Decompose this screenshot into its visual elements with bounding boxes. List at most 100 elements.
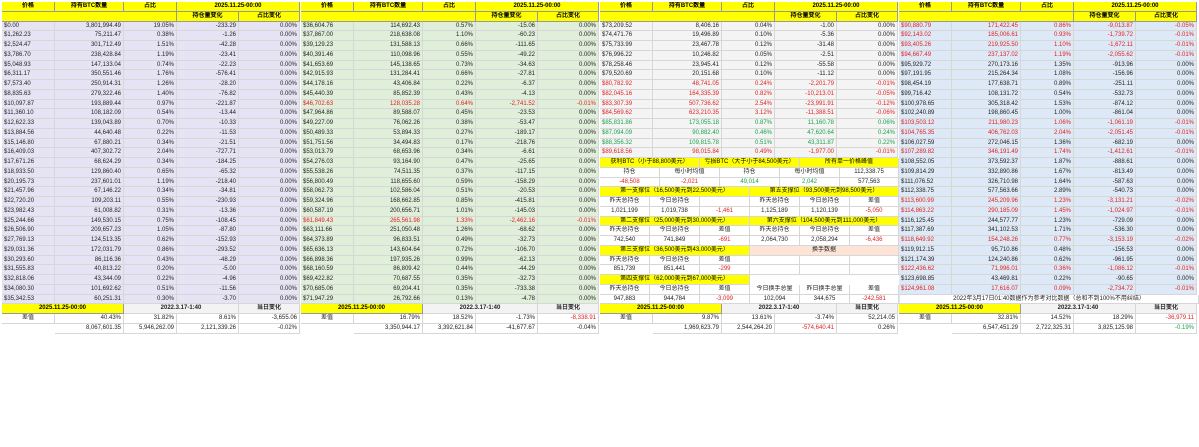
table-cell: 67,146.22	[55, 187, 124, 197]
table-cell: -251.11	[1074, 80, 1136, 90]
table-cell: 0.89%	[1021, 80, 1074, 90]
table-cell: -536.30	[1074, 226, 1136, 236]
footer-timestamp: 2025.11.25-00:00	[600, 304, 722, 314]
table-cell: 0.00%	[538, 294, 599, 305]
table-cell: 0.73%	[423, 60, 476, 71]
table-cell: $97,191.95	[899, 70, 952, 80]
table-cell: 0.00%	[837, 50, 898, 61]
table-cell: 70,687.55	[354, 275, 423, 285]
table-cell: 0.51%	[423, 187, 476, 197]
table-cell: $103,503.12	[899, 119, 952, 129]
footer-value: 52,214.05	[837, 314, 898, 324]
col-header-ratio: 占比	[1021, 2, 1074, 12]
summary-cell: 742,540	[600, 236, 650, 246]
col-header-price: 价格	[301, 2, 354, 12]
table-cell: -22.23	[177, 60, 239, 71]
table-cell: -1,739.72	[1074, 31, 1136, 41]
table-cell: -587.63	[1074, 177, 1136, 188]
table-cell: 0.49%	[423, 236, 476, 246]
table-cell: $109,814.29	[899, 167, 952, 178]
table-cell: 139,043.89	[55, 119, 124, 129]
footer-value: 5,946,262.09	[124, 323, 177, 334]
summary-cell	[800, 265, 850, 275]
table-cell: -1,672.11	[1074, 41, 1136, 51]
table-cell: $74,471.76	[600, 31, 653, 41]
table-cell: -4.96	[177, 275, 239, 285]
summary-cell: 昨天总持仓	[600, 226, 650, 236]
table-cell: 129,860.40	[55, 167, 124, 178]
summary-cell: 差值	[850, 284, 899, 295]
table-cell: 0.00%	[538, 138, 599, 149]
table-cell: -0.01%	[837, 148, 898, 158]
table-cell: -28.20	[177, 80, 239, 90]
table-cell: $106,027.59	[899, 138, 952, 149]
table-cell: $108,552.05	[899, 158, 952, 168]
table-cell: -540.73	[1074, 187, 1136, 197]
summary-header-profit: 获利BTC（小于88,800美元）	[600, 158, 700, 168]
table-cell: $87,094.09	[600, 128, 653, 139]
table-cell: 48,741.05	[653, 80, 722, 90]
table-cell: 1.40%	[124, 89, 177, 100]
table-cell: 0.49%	[722, 148, 775, 158]
table-cell: 193,889.44	[55, 99, 124, 110]
table-cell: 0.34%	[124, 138, 177, 149]
table-cell: $84,569.62	[600, 109, 653, 119]
table-cell: 75,211.47	[55, 31, 124, 41]
table-cell: 0.00%	[538, 31, 599, 41]
table-cell: $80,782.92	[600, 80, 653, 90]
table-cell: 145,138.65	[354, 60, 423, 71]
table-cell: 19.05%	[124, 21, 177, 32]
table-cell: 197,935.26	[354, 255, 423, 266]
summary-cell: 2,058,294	[800, 236, 850, 246]
table-cell: 0.65%	[124, 167, 177, 178]
table-cell: -23,991.91	[775, 99, 837, 110]
table-cell: 95,710.86	[952, 245, 1021, 256]
header-spacer	[301, 11, 476, 22]
table-cell: -888.61	[1074, 158, 1136, 168]
table-cell: $99,716.42	[899, 89, 952, 100]
summary-cell: 1,019,738	[650, 206, 700, 217]
table-cell: $17,671.26	[2, 158, 55, 168]
table-cell: 0.34%	[423, 148, 476, 158]
table-cell: -20.53	[476, 187, 538, 197]
table-cell: 23,467.78	[653, 41, 722, 51]
table-cell: 2.04%	[1021, 128, 1074, 139]
col-header-holdings: 持有BTC数量	[354, 2, 423, 12]
summary-header-loss: 亏损BTC（大于小于84,500美元）	[700, 158, 800, 168]
table-cell: 0.00%	[239, 197, 300, 207]
footer-value: -0.19%	[1136, 323, 1197, 334]
table-cell: 332,890.86	[952, 167, 1021, 178]
footer-value: 18.29%	[1074, 314, 1136, 324]
table-cell: -729.09	[1074, 216, 1136, 227]
col-header-ratio: 占比	[124, 2, 177, 12]
table-cell: 0.00%	[239, 275, 300, 285]
footer-value: -574,640.41	[775, 323, 837, 334]
table-cell: 61,008.82	[55, 206, 124, 217]
table-cell: $59,324.96	[301, 197, 354, 207]
table-cell: -34.63	[476, 60, 538, 71]
footer-timestamp: 2025.11.25-00:00	[2, 304, 124, 314]
support-level-title: 第六支撑位（104,500美元到111,000美元）	[750, 216, 899, 227]
table-cell: 0.00%	[538, 158, 599, 168]
table-cell: 86,809.42	[354, 265, 423, 275]
footer-ref-time: 2022.3.17-1:40	[1021, 304, 1136, 314]
summary-cell: 577,563	[840, 177, 899, 188]
table-cell: 0.00%	[1136, 60, 1197, 71]
table-cell: $75,733.99	[600, 41, 653, 51]
table-cell: 40,813.22	[55, 265, 124, 275]
table-cell: 0.00%	[239, 128, 300, 139]
table-cell: 0.70%	[124, 119, 177, 129]
table-cell: 0.00%	[538, 21, 599, 32]
summary-cell: 102,094	[750, 294, 800, 305]
table-cell: 0.00%	[538, 206, 599, 217]
table-cell: 0.45%	[423, 109, 476, 119]
table-cell: 1.76%	[124, 70, 177, 80]
table-cell: $113,600.99	[899, 197, 952, 207]
summary-cell: 今日总持仓	[650, 255, 700, 266]
table-cell: 0.00%	[538, 60, 599, 71]
table-cell: -2,741.52	[476, 99, 538, 110]
summary-cell	[800, 255, 850, 266]
table-cell: $93,405.26	[899, 41, 952, 51]
summary-cell	[850, 255, 899, 266]
table-cell: $37,867.00	[301, 31, 354, 41]
